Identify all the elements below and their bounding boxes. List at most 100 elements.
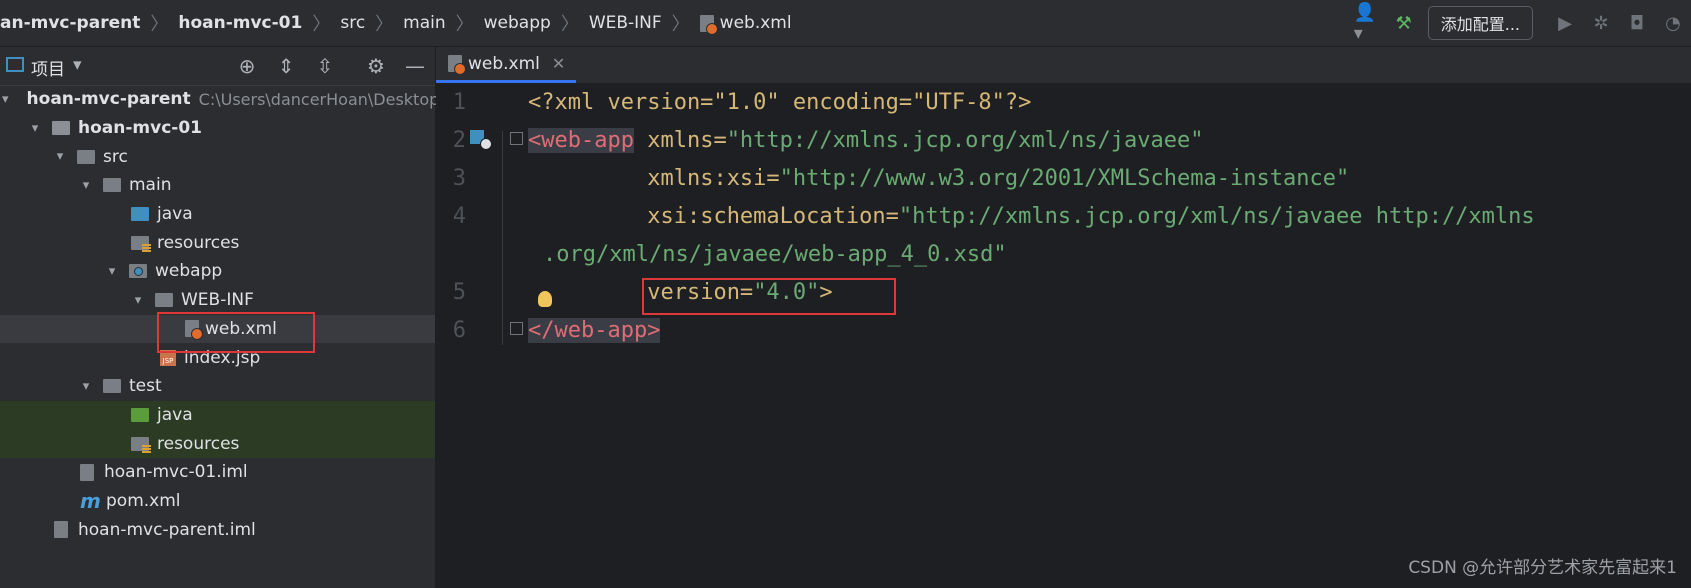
line-number: 5 bbox=[452, 280, 466, 305]
tag-bracket: < bbox=[528, 128, 542, 153]
tree-item-path: C:\Users\dancerHoan\Desktop\ bbox=[198, 89, 445, 109]
tree-item-label: resources bbox=[157, 232, 240, 253]
breadcrumb-item[interactable]: WEB-INF bbox=[589, 13, 662, 33]
tree-item[interactable]: m pom.xml bbox=[0, 487, 435, 516]
code-line-wrapped: .org/xml/ns/javaee/web-app_4_0.xsd" bbox=[543, 236, 1007, 274]
code-line: </web-app> bbox=[528, 312, 661, 350]
fold-icon[interactable] bbox=[510, 322, 523, 335]
user-icon[interactable]: 👤▾ bbox=[1354, 2, 1382, 44]
tree-item[interactable]: ▾ webapp bbox=[0, 257, 435, 286]
tab-label: web.xml bbox=[468, 53, 540, 74]
chevron-down-icon[interactable]: ▾ bbox=[131, 293, 145, 308]
fold-icon[interactable] bbox=[510, 132, 523, 145]
tag-bracket: > bbox=[647, 318, 661, 343]
chevron-down-icon[interactable]: ▾ bbox=[53, 149, 67, 164]
toolbar: 👤▾ ⚒ 添加配置... ▶ ✲ ◘ ◔ bbox=[1350, 0, 1691, 46]
attribute-name: xmlns:xsi= bbox=[647, 166, 780, 191]
breadcrumb-item[interactable]: main bbox=[403, 13, 445, 33]
lightbulb-icon[interactable] bbox=[538, 291, 552, 307]
breadcrumb-item[interactable]: an-mvc-parent bbox=[0, 13, 140, 33]
chevron-down-icon[interactable]: ▾ bbox=[2, 92, 9, 107]
breadcrumb-item[interactable]: webapp bbox=[484, 13, 551, 33]
tree-item-label: hoan-mvc-parent.iml bbox=[78, 519, 256, 540]
tag-name: web-app bbox=[541, 128, 634, 153]
highlight-box bbox=[642, 278, 896, 315]
folder-icon bbox=[155, 293, 173, 308]
breadcrumb-item[interactable]: src bbox=[340, 13, 365, 33]
source-folder-icon bbox=[131, 207, 149, 222]
xml-file-icon bbox=[699, 14, 718, 35]
minimize-icon[interactable]: — bbox=[404, 56, 426, 76]
tree-item[interactable]: resources bbox=[0, 429, 435, 458]
tree-item[interactable]: ▾ main bbox=[0, 171, 435, 200]
tree-item[interactable]: ▾ test bbox=[0, 372, 435, 401]
add-configuration-button[interactable]: 添加配置... bbox=[1427, 6, 1533, 40]
chevron-down-icon[interactable]: ▾ bbox=[79, 379, 93, 394]
tree-item-label: resources bbox=[157, 433, 240, 454]
debug-icon[interactable]: ✲ bbox=[1587, 9, 1615, 37]
maven-icon: m bbox=[80, 488, 101, 513]
profile-icon[interactable]: ◔ bbox=[1659, 9, 1687, 37]
tree-item[interactable]: ▾ src bbox=[0, 142, 435, 171]
code-line: xsi:schemaLocation="http://xmlns.jcp.org… bbox=[528, 198, 1534, 236]
line-number: 3 bbox=[452, 166, 466, 191]
line-number: 6 bbox=[452, 318, 466, 343]
tree-item[interactable]: resources bbox=[0, 228, 435, 257]
tree-item[interactable]: java bbox=[0, 400, 435, 430]
web-folder-icon bbox=[129, 264, 147, 279]
line-gutter: 1 2 3 4 5 6 bbox=[436, 84, 523, 588]
project-view-selector[interactable]: 项目 bbox=[31, 55, 65, 80]
attribute-name: xsi:schemaLocation= bbox=[647, 204, 899, 229]
gear-icon[interactable]: ⚙ bbox=[365, 56, 387, 76]
breadcrumb-item[interactable]: web.xml bbox=[720, 13, 792, 33]
hammer-icon[interactable]: ⚒ bbox=[1390, 9, 1418, 37]
chevron-right-icon: 〉 bbox=[312, 14, 331, 35]
tree-item-label: webapp bbox=[155, 261, 223, 282]
tree-item[interactable]: ▾ hoan-mvc-01 bbox=[0, 114, 435, 143]
code-area[interactable]: <?xml version="1.0" encoding="UTF-8"?> <… bbox=[528, 84, 1691, 588]
line-number: 1 bbox=[452, 90, 466, 115]
chevron-down-icon[interactable]: ▾ bbox=[73, 55, 82, 75]
globe-icon bbox=[480, 138, 492, 150]
line-number: 2 bbox=[452, 128, 466, 153]
tree-item-label: java bbox=[157, 204, 193, 225]
folder-icon bbox=[103, 178, 121, 193]
code-line: <?xml version="1.0" encoding="UTF-8"?> bbox=[528, 84, 1031, 122]
navigation-bar: an-mvc-parent 〉 hoan-mvc-01 〉 src 〉 main… bbox=[0, 0, 1691, 47]
tab-web-xml[interactable]: web.xml ✕ bbox=[436, 47, 576, 83]
folder-icon bbox=[77, 149, 95, 164]
tree-item-label: hoan-mvc-parent bbox=[26, 89, 191, 110]
editor: web.xml ✕ 1 2 3 4 5 6 <?xml version="1.0… bbox=[436, 47, 1691, 588]
collapse-all-icon[interactable]: ⇳ bbox=[314, 56, 336, 76]
tree-item-label: test bbox=[129, 376, 162, 397]
test-source-folder-icon bbox=[131, 407, 149, 422]
tree-item[interactable]: java bbox=[0, 200, 435, 229]
chevron-down-icon[interactable]: ▾ bbox=[79, 178, 93, 193]
watermark: CSDN @允许部分艺术家先富起来1 bbox=[1408, 558, 1677, 578]
resources-folder-icon bbox=[131, 235, 151, 252]
xml-file-icon bbox=[448, 55, 466, 75]
locate-icon[interactable]: ⊕ bbox=[236, 56, 258, 76]
project-panel: 项目 ▾ ⊕ ⇕ ⇳ ⚙ — ▾ hoan-mvc-parent C:\User… bbox=[0, 47, 445, 588]
tree-item[interactable]: hoan-mvc-parent.iml bbox=[0, 515, 435, 544]
tree-item[interactable]: hoan-mvc-01.iml bbox=[0, 458, 435, 487]
line-number: 4 bbox=[452, 204, 466, 229]
code-line: xmlns:xsi="http://www.w3.org/2001/XMLSch… bbox=[528, 160, 1349, 198]
chevron-right-icon: 〉 bbox=[671, 14, 690, 35]
code-line: <web-app xmlns="http://xmlns.jcp.org/xml… bbox=[528, 122, 1204, 160]
run-icon[interactable]: ▶ bbox=[1551, 9, 1579, 37]
tree-item-label: pom.xml bbox=[106, 490, 181, 511]
expand-all-icon[interactable]: ⇕ bbox=[275, 56, 297, 76]
tag-bracket: </ bbox=[528, 318, 555, 343]
breadcrumb-item[interactable]: hoan-mvc-01 bbox=[178, 13, 302, 33]
chevron-down-icon[interactable]: ▾ bbox=[28, 121, 42, 136]
coverage-icon[interactable]: ◘ bbox=[1623, 9, 1651, 37]
close-icon[interactable]: ✕ bbox=[552, 54, 565, 73]
attribute-value: "http://www.w3.org/2001/XMLSchema-instan… bbox=[779, 166, 1350, 191]
tree-item-label: hoan-mvc-01.iml bbox=[104, 462, 248, 483]
tree-item[interactable]: ▾ WEB-INF bbox=[0, 286, 435, 315]
iml-file-icon bbox=[80, 463, 94, 481]
chevron-down-icon[interactable]: ▾ bbox=[105, 264, 119, 279]
tree-item[interactable]: ▾ hoan-mvc-parent C:\Users\dancerHoan\De… bbox=[0, 85, 445, 114]
attribute-name: xmlns= bbox=[633, 128, 727, 153]
